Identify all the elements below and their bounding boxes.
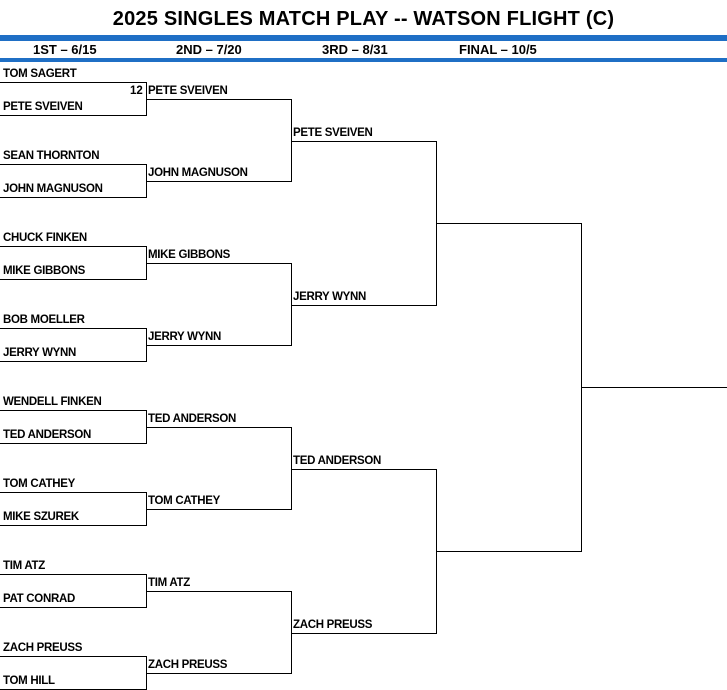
- round1-slot-name: JERRY WYNN: [3, 347, 77, 359]
- round1-slot-name: JOHN MAGNUSON: [3, 183, 103, 195]
- round4-slot-line: [436, 551, 581, 552]
- round2-slot-name: JOHN MAGNUSON: [148, 167, 248, 179]
- round3-slot-name: PETE SVEIVEN: [293, 127, 373, 139]
- round1-slot-line: [0, 115, 146, 116]
- round-1-header: 1ST – 6/15: [33, 42, 97, 57]
- round1-slot-name: CHUCK FINKEN: [3, 232, 87, 244]
- round1-slot-line: [0, 279, 146, 280]
- round3-slot-name: ZACH PREUSS: [293, 619, 373, 631]
- round1-slot-name: ZACH PREUSS: [3, 642, 83, 654]
- round1-slot-name: PETE SVEIVEN: [3, 101, 83, 113]
- round2-slot-line: [146, 99, 291, 100]
- round1-slot-name: TOM HILL: [3, 675, 55, 687]
- round2-slot-name: ZACH PREUSS: [148, 659, 228, 671]
- round-3-header: 3RD – 8/31: [322, 42, 388, 57]
- round1-slot-name: TED ANDERSON: [3, 429, 91, 441]
- round2-slot-line: [146, 181, 291, 182]
- round2-slot-line: [146, 673, 291, 674]
- round-4-header: FINAL – 10/5: [459, 42, 537, 57]
- champion-line: [581, 387, 727, 388]
- round1-slot-line: [0, 443, 146, 444]
- round4-slot-line: [436, 223, 581, 224]
- round1-slot-line: [0, 410, 146, 411]
- round-2-header: 2ND – 7/20: [176, 42, 242, 57]
- round2-slot-line: [146, 509, 291, 510]
- header-bar-bottom: [0, 58, 727, 62]
- round1-slot-line: [0, 361, 146, 362]
- round1-slot-name: PAT CONRAD: [3, 593, 75, 605]
- round1-slot-line: [0, 574, 146, 575]
- round3-slot-line: [291, 305, 436, 306]
- round3-slot-name: JERRY WYNN: [293, 291, 367, 303]
- round2-slot-name: TED ANDERSON: [148, 413, 236, 425]
- header-bar-top: [0, 35, 727, 41]
- round1-slot-name: BOB MOELLER: [3, 314, 85, 326]
- round1-slot-name: TOM CATHEY: [3, 478, 75, 490]
- round3-slot-line: [291, 141, 436, 142]
- round2-slot-name: TIM ATZ: [148, 577, 190, 589]
- round1-slot-line: [0, 492, 146, 493]
- round1-slot-line: [0, 607, 146, 608]
- round1-slot-line: [0, 82, 146, 83]
- round1-slot-name: SEAN THORNTON: [3, 150, 100, 162]
- round1-slot-line: [0, 525, 146, 526]
- round2-slot-line: [146, 263, 291, 264]
- round2-slot-line: [146, 427, 291, 428]
- round1-slot-name: MIKE SZUREK: [3, 511, 79, 523]
- round1-slot-name: MIKE GIBBONS: [3, 265, 86, 277]
- round2-slot-name: JERRY WYNN: [148, 331, 222, 343]
- round3-slot-line: [291, 633, 436, 634]
- round1-slot-line: [0, 246, 146, 247]
- round3-slot-name: TED ANDERSON: [293, 455, 381, 467]
- round3-slot-line: [291, 469, 436, 470]
- round2-slot-name: MIKE GIBBONS: [148, 249, 231, 261]
- round2-slot-line: [146, 591, 291, 592]
- round1-slot-name: WENDELL FINKEN: [3, 396, 102, 408]
- round1-slot-line: [0, 656, 146, 657]
- round1-slot-name: TOM SAGERT: [3, 68, 77, 80]
- round2-slot-line: [146, 345, 291, 346]
- round2-slot-name: PETE SVEIVEN: [148, 85, 228, 97]
- round1-slot-line: [0, 328, 146, 329]
- bracket-title: 2025 SINGLES MATCH PLAY -- WATSON FLIGHT…: [112, 8, 615, 30]
- match-seed-number: 12: [130, 85, 143, 97]
- round1-slot-line: [0, 197, 146, 198]
- round2-slot-name: TOM CATHEY: [148, 495, 220, 507]
- round1-slot-line: [0, 164, 146, 165]
- round1-slot-name: TIM ATZ: [3, 560, 45, 572]
